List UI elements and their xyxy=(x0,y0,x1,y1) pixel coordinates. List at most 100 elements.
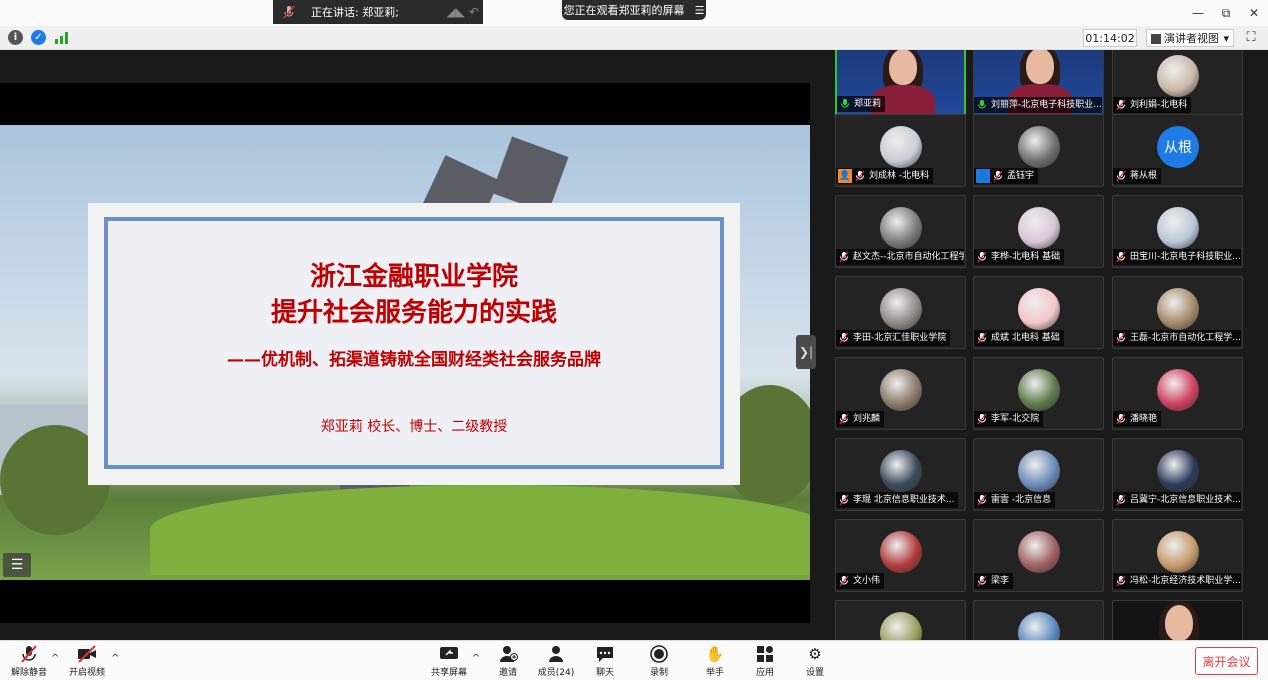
raise-hand-label: 举手 xyxy=(705,668,724,678)
participant-tile[interactable]: 从根 蒋从根 xyxy=(1112,114,1243,187)
settings-button[interactable]: ⚙ 设置 xyxy=(790,643,840,679)
participant-tile[interactable]: 李琨 北京信息职业技术... xyxy=(835,438,966,511)
participant-tile[interactable]: 雷雲 -北京信息 xyxy=(973,438,1104,511)
chevron-up-icon[interactable]: ^ xyxy=(472,653,480,664)
chat-button[interactable]: 聊天 xyxy=(580,643,630,679)
participant-tile[interactable]: 潘晓艳 xyxy=(1112,357,1243,430)
participant-tile[interactable]: 赵文杰--北京市自动化工程学... xyxy=(835,195,966,268)
participant-tile[interactable] xyxy=(1112,600,1243,640)
record-icon xyxy=(649,645,669,663)
slide-menu-icon[interactable]: ☰ xyxy=(3,553,31,577)
start-video-button[interactable]: 开启视频 xyxy=(62,643,112,679)
collapse-gallery-button[interactable]: ❯| xyxy=(796,335,816,369)
leave-meeting-button[interactable]: 离开会议 xyxy=(1195,647,1258,675)
participant-tile[interactable]: 👤 刘成林 -北电科 xyxy=(835,114,966,187)
avatar xyxy=(1018,369,1060,411)
participant-name: 冯松-北京经济技术职业学... xyxy=(1113,573,1241,589)
participant-name: 成斌 北电科 基础 xyxy=(974,330,1064,346)
participant-tile[interactable]: 成斌 北电科 基础 xyxy=(973,276,1104,349)
participant-tile[interactable] xyxy=(973,600,1104,640)
speaker-view-icon xyxy=(1151,34,1161,44)
members-icon xyxy=(546,645,566,663)
participant-name: 李田-北京汇佳职业学院 xyxy=(836,330,951,346)
hand-icon: ✋ xyxy=(705,645,725,663)
meeting-timer: 01:14:02 xyxy=(1083,29,1137,47)
invite-button[interactable]: 邀请 xyxy=(483,643,533,679)
participant-name: 文小伟 xyxy=(836,573,885,589)
avatar xyxy=(880,612,922,640)
participant-tile[interactable]: 田宝川-北京电子科技职业... xyxy=(1112,195,1243,268)
participant-tile[interactable]: 刘丽萍-北京电子科技职业... xyxy=(973,50,1104,116)
avatar xyxy=(880,450,922,492)
participant-tile[interactable]: 李桦-北电科 基础 xyxy=(973,195,1104,268)
chevron-up-icon[interactable]: ^ xyxy=(111,653,119,664)
participant-face xyxy=(889,50,917,85)
viewing-menu-icon[interactable]: ☰ xyxy=(695,4,705,17)
slide-author: 郑亚莉 校长、博士、二级教授 xyxy=(320,419,508,435)
participant-name: 王磊-北京市自动化工程学... xyxy=(1113,330,1241,346)
participant-tile[interactable]: 梁李 xyxy=(973,519,1104,592)
avatar xyxy=(880,531,922,573)
view-label: 演讲者视图 xyxy=(1164,32,1219,45)
members-label: 成员(24) xyxy=(537,668,575,678)
sculpture-image xyxy=(491,136,569,214)
participant-tile[interactable]: 李田-北京汇佳职业学院 xyxy=(835,276,966,349)
chat-label: 聊天 xyxy=(595,668,614,678)
share-screen-label: 共享屏幕 xyxy=(430,668,467,678)
close-button[interactable]: ✕ xyxy=(1240,6,1268,20)
avatar xyxy=(1018,207,1060,249)
avatar xyxy=(1157,369,1199,411)
participant-name: 👤 孟钰宇 xyxy=(974,168,1039,184)
speaking-controls[interactable]: ◢◣ ↶ xyxy=(435,2,483,22)
user-icon: 👤 xyxy=(838,169,852,183)
members-button[interactable]: 成员(24) xyxy=(531,643,581,679)
minimize-button[interactable]: — xyxy=(1184,6,1212,20)
speaking-label: 正在讲话: 郑亚莉; xyxy=(311,6,399,19)
participant-face xyxy=(1026,50,1054,84)
participant-tile[interactable]: 郑亚莉 xyxy=(835,50,966,116)
participant-name: 李桦-北电科 基础 xyxy=(974,249,1065,265)
participant-tile[interactable]: 👤 孟钰宇 xyxy=(973,114,1104,187)
participant-tile[interactable]: 吕冀宁-北京信息职业技术... xyxy=(1112,438,1243,511)
viewing-banner[interactable]: 您正在观看郑亚莉的屏幕 ☰ xyxy=(562,0,706,20)
avatar xyxy=(1157,207,1199,249)
bottom-toolbar: 解除静音 ^ 开启视频 ^ 共享屏幕 ^ 邀请 成员(24) 聊天 录制 ✋ 举… xyxy=(0,640,1268,680)
participant-tile[interactable]: 冯松-北京经济技术职业学... xyxy=(1112,519,1243,592)
participant-name: 蒋从根 xyxy=(1113,168,1162,184)
participant-tile[interactable]: 文小伟 xyxy=(835,519,966,592)
signal-icon[interactable] xyxy=(54,30,69,45)
apps-button[interactable]: 应用 xyxy=(740,643,790,679)
shield-icon[interactable]: ✓ xyxy=(31,30,46,45)
participant-tile[interactable]: 刘兆麟 xyxy=(835,357,966,430)
participant-tile[interactable]: 刘利娟-北电科 xyxy=(1112,50,1243,116)
participant-tile[interactable] xyxy=(835,600,966,640)
info-icon[interactable]: i xyxy=(8,30,23,45)
slide-card: 浙江金融职业学院 提升社会服务能力的实践 ——优机制、拓渠道铸就全国财经类社会服… xyxy=(88,203,740,485)
undo-icon[interactable]: ↶ xyxy=(469,5,479,19)
avatar xyxy=(1018,450,1060,492)
share-screen-button[interactable]: 共享屏幕 xyxy=(424,643,474,679)
chevron-up-icon[interactable]: ^ xyxy=(51,653,59,664)
avatar xyxy=(880,288,922,330)
grip-icon: ◢◣ xyxy=(446,5,465,19)
shared-screen: 浙江金融职业学院 提升社会服务能力的实践 ——优机制、拓渠道铸就全国财经类社会服… xyxy=(0,50,830,640)
meeting-window: 正在讲话: 郑亚莉; ◢◣ ↶ 您正在观看郑亚莉的屏幕 ☰ — ⧉ ✕ i ✓ … xyxy=(0,0,1268,680)
avatar xyxy=(880,126,922,168)
muted-mic-icon xyxy=(283,5,295,19)
slide-title-line1: 浙江金融职业学院 xyxy=(309,262,518,292)
avatar: 从根 xyxy=(1157,126,1199,168)
invite-user-icon xyxy=(498,645,518,663)
participant-tile[interactable]: 王磊-北京市自动化工程学... xyxy=(1112,276,1243,349)
record-button[interactable]: 录制 xyxy=(634,643,684,679)
avatar xyxy=(1157,288,1199,330)
top-toolbar: i ✓ 01:14:02 演讲者视图 ▾ ⛶ xyxy=(0,26,1268,50)
view-selector[interactable]: 演讲者视图 ▾ xyxy=(1146,29,1234,47)
video-off-icon xyxy=(77,645,97,663)
chevron-down-icon: ▾ xyxy=(1223,31,1229,45)
raise-hand-button[interactable]: ✋ 举手 xyxy=(690,643,740,679)
participant-name: 李军-北交院 xyxy=(974,411,1044,427)
participant-tile[interactable]: 李军-北交院 xyxy=(973,357,1104,430)
restore-button[interactable]: ⧉ xyxy=(1212,6,1240,21)
fullscreen-icon[interactable]: ⛶ xyxy=(1243,30,1259,46)
unmute-button[interactable]: 解除静音 xyxy=(4,643,54,679)
